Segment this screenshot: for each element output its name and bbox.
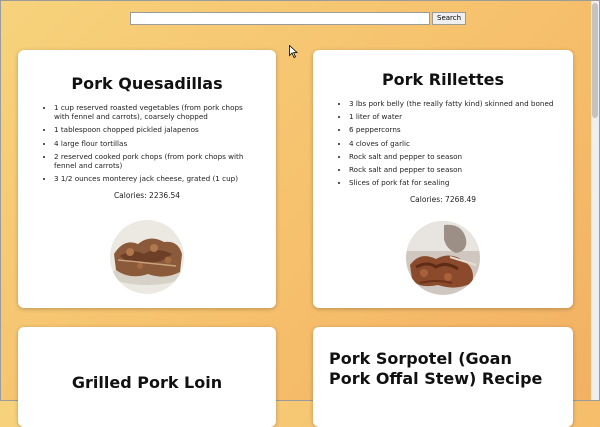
- ingredient-item: 1 liter of water: [349, 112, 557, 121]
- recipe-card-grilled-pork-loin[interactable]: Grilled Pork Loin: [18, 327, 276, 427]
- mouse-pointer-icon: [289, 45, 298, 58]
- search-bar: Search: [130, 12, 467, 25]
- recipe-title: Pork Quesadillas: [71, 74, 223, 93]
- scrollbar-thumb[interactable]: [592, 3, 598, 118]
- ingredient-item: 1 tablespoon chopped pickled jalapenos: [54, 125, 260, 134]
- ingredient-item: Rock salt and pepper to season: [349, 165, 557, 174]
- ingredient-item: Rock salt and pepper to season: [349, 152, 557, 161]
- recipe-title: Grilled Pork Loin: [71, 373, 223, 392]
- ingredient-item: 2 reserved cooked pork chops (from pork …: [54, 152, 260, 170]
- search-input[interactable]: [130, 12, 430, 25]
- recipe-title: Pork Rillettes: [381, 70, 505, 89]
- recipe-card-pork-sorpotel[interactable]: Pork Sorpotel (Goan Pork Offal Stew) Rec…: [313, 327, 573, 427]
- calories-text: Calories: 2236.54: [113, 191, 181, 201]
- ingredient-item: 3 1/2 ounces monterey jack cheese, grate…: [54, 174, 260, 183]
- ingredient-item: Slices of pork fat for sealing: [349, 178, 557, 187]
- search-button[interactable]: Search: [432, 12, 467, 25]
- recipe-card-pork-rillettes[interactable]: Pork Rillettes 3 lbs pork belly (the rea…: [313, 50, 573, 308]
- recipe-photo: [406, 221, 480, 295]
- ingredient-list: 3 lbs pork belly (the really fatty kind)…: [329, 99, 557, 187]
- ingredient-item: 6 peppercorns: [349, 125, 557, 134]
- ingredient-item: 4 cloves of garlic: [349, 139, 557, 148]
- recipe-photo: [110, 220, 184, 294]
- recipe-card-pork-quesadillas[interactable]: Pork Quesadillas 1 cup reserved roasted …: [18, 50, 276, 308]
- ingredient-list: 1 cup reserved roasted vegetables (from …: [34, 103, 260, 183]
- ingredient-item: 3 lbs pork belly (the really fatty kind)…: [349, 99, 557, 108]
- ingredient-item: 4 large flour tortillas: [54, 139, 260, 148]
- ingredient-item: 1 cup reserved roasted vegetables (from …: [54, 103, 260, 121]
- recipe-title: Pork Sorpotel (Goan Pork Offal Stew) Rec…: [329, 349, 543, 388]
- calories-text: Calories: 7268.49: [409, 195, 477, 205]
